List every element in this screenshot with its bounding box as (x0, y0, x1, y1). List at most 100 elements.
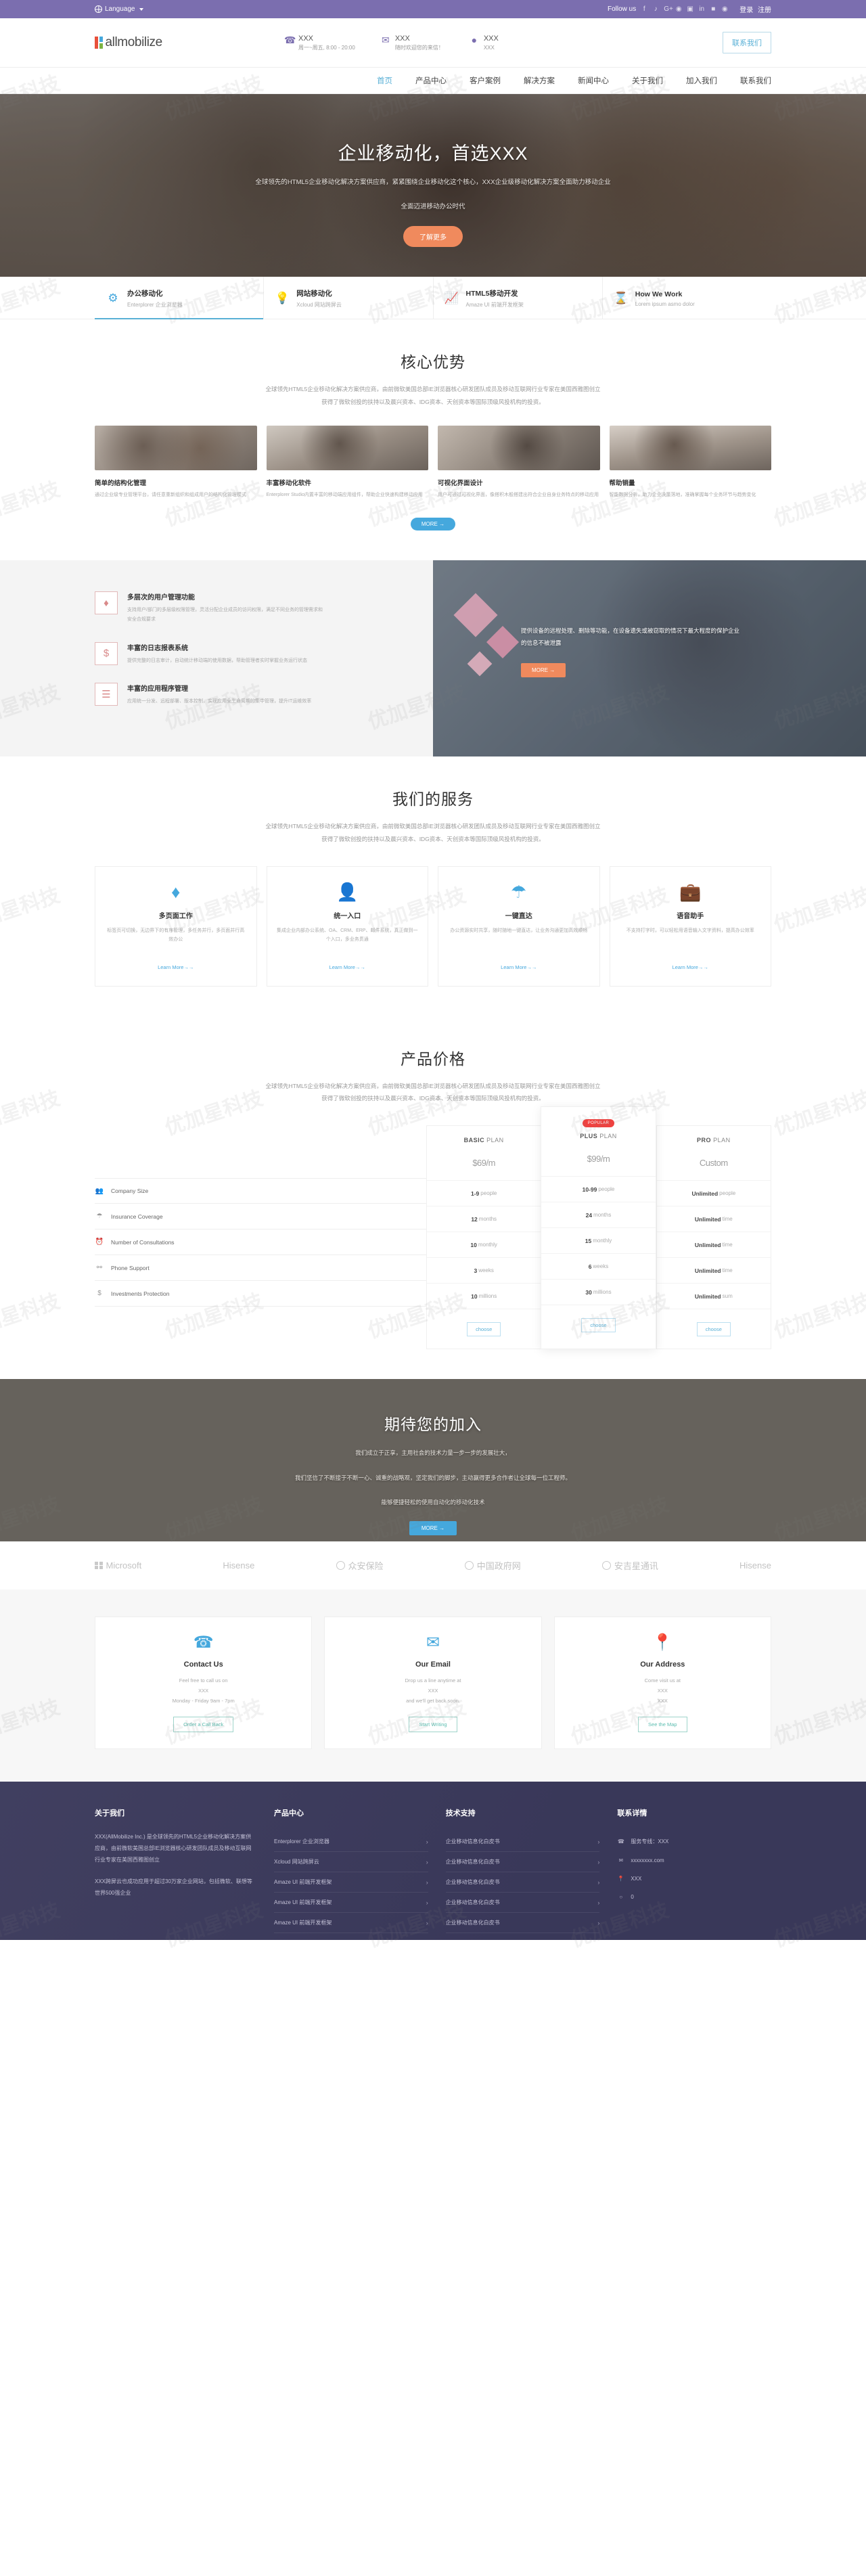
linkedin-icon[interactable]: in (698, 5, 705, 13)
footer-link-label: Amaze UI 前端开发框架 (274, 1920, 332, 1926)
advantage-card[interactable]: 可视化界面设计 用户可通过可视化界面，像搭积木般搭建出符合企业自身业务特点的移动… (438, 426, 600, 500)
service-learn-more-link[interactable]: Learn More→→ (329, 964, 365, 970)
join-line3: 能够便捷轻松的使用自动化的移动化技术 (381, 1499, 485, 1506)
client-logo: 众安保险 (336, 1559, 384, 1572)
plan-cell-value: 15 (585, 1237, 592, 1244)
service-card[interactable]: ☂ 一键直达 办公资源实时共享，随时随地一键直达，让业务沟通更加高效顺畅 Lea… (438, 865, 600, 987)
flickr-icon[interactable]: ■ (710, 5, 716, 13)
contact-cards-section: ☎ Contact Us Feel free to call us on XXX… (0, 1589, 866, 1782)
tab-subtitle: Xcloud 网站跨屏云 (296, 302, 342, 308)
nav-item-about[interactable]: 关于我们 (632, 75, 663, 86)
client-logo: 中国政府网 (464, 1559, 521, 1572)
advantage-title: 帮助销量 (609, 480, 635, 488)
footer-support-link[interactable]: 企业移动信息化白皮书 › (445, 1893, 600, 1914)
advantage-card[interactable]: 简单的结构化管理 通过企业级专业管理平台，请任意重新组织和组成用户的结构化管理模… (95, 426, 257, 500)
see-the-map-button[interactable]: See the Map (638, 1717, 687, 1733)
service-card[interactable]: 👤 统一入口 集成企业内部办公系统、OA、CRM、ERP、邮件系统，真正做到一个… (266, 865, 428, 987)
twitter-icon[interactable]: ♪ (652, 5, 659, 13)
login-link[interactable]: 登录 (739, 7, 753, 14)
decor-diamond-icon (453, 593, 498, 637)
service-learn-more-link[interactable]: Learn More→→ (501, 964, 537, 970)
footer-support-link[interactable]: 企业移动信息化白皮书 › (445, 1872, 600, 1893)
choose-pro-button[interactable]: choose (696, 1321, 731, 1336)
choose-plus-button[interactable]: choose (581, 1317, 616, 1332)
plan-cell: Unlimited time (656, 1258, 771, 1284)
footer-support-link[interactable]: 企业移动信息化白皮书 › (445, 1913, 600, 1934)
advantage-desc: 用户可通过可视化界面，像搭积木般搭建出符合企业自身业务特点的移动应用 (438, 493, 599, 498)
footer-product-link[interactable]: Amaze UI 前端开发框架 › (274, 1893, 428, 1914)
footer-support-link[interactable]: 企业移动信息化白皮书 › (445, 1852, 600, 1873)
tab-how-we-work[interactable]: ⌛ How We Work Lorem ipsum asmo dolor (603, 277, 771, 319)
nav-item-products[interactable]: 产品中心 (415, 75, 447, 86)
site-logo[interactable]: allmobilize (95, 35, 284, 50)
service-desc: 不支持打字时，可以轻松用语音输入文字资料，提高办公效率 (626, 928, 754, 933)
pinterest-icon[interactable]: ◉ (675, 5, 682, 13)
popular-badge: POPULAR (582, 1119, 615, 1128)
hero-title: 企业移动化，首选XXX (338, 143, 528, 164)
nav-item-news[interactable]: 新闻中心 (578, 75, 609, 86)
plan-cell-unit: weeks (478, 1267, 494, 1274)
pricing-feature-label: Number of Consultations (111, 1238, 175, 1246)
facebook-icon[interactable]: f (641, 5, 647, 13)
client-logo-strip: Microsoft Hisense 众安保险 中国政府网 安吉星通讯 Hisen… (0, 1541, 866, 1590)
nav-item-contact[interactable]: 联系我们 (740, 75, 771, 86)
join-more-button[interactable]: MORE → (409, 1521, 457, 1536)
footer-product-link[interactable]: Amaze UI 前端开发框架 › (274, 1872, 428, 1893)
instagram-icon[interactable]: ▣ (687, 5, 693, 13)
google-plus-icon[interactable]: G+ (664, 5, 673, 13)
hero-cta-button[interactable]: 了解更多 (403, 225, 463, 247)
client-logo-label: Microsoft (106, 1560, 142, 1571)
service-card[interactable]: 💼 语音助手 不支持打字时，可以轻松用语音输入文字资料，提高办公效率 Learn… (609, 865, 771, 987)
band-more-button[interactable]: MORE → (521, 663, 566, 677)
nav-item-cases[interactable]: 客户案例 (470, 75, 501, 86)
contact-us-button[interactable]: 联系我们 (723, 32, 771, 53)
nav-item-home[interactable]: 首页 (377, 75, 392, 86)
plan-cell-unit: people (719, 1190, 736, 1197)
footer-contact-phone: ☎ 服务专线：XXX (617, 1832, 771, 1851)
footer-product-link[interactable]: Xcloud 网站跨屏云 › (274, 1852, 428, 1873)
plan-cell-value: 6 (588, 1263, 592, 1270)
footer-col-support: 技术支持 企业移动信息化白皮书 › 企业移动信息化白皮书 › 企业移动信息化白皮书 ›… (445, 1807, 600, 1934)
plan-cell-unit: months (478, 1216, 497, 1223)
tab-website-mobilization[interactable]: 💡 网站移动化 Xcloud 网站跨屏云 (264, 277, 434, 319)
service-title: 统一入口 (334, 912, 361, 920)
advantage-card[interactable]: 丰富移动化软件 Enterplorer Studio内置丰富的移动端应用组件，帮… (266, 426, 428, 500)
order-call-back-button[interactable]: Order a Call Back (173, 1717, 234, 1733)
nav-item-join[interactable]: 加入我们 (686, 75, 717, 86)
service-learn-more-link[interactable]: Learn More→→ (158, 964, 193, 970)
register-link[interactable]: 注册 (758, 7, 771, 14)
start-writing-button[interactable]: Start Writing (409, 1717, 457, 1733)
nav-item-solutions[interactable]: 解决方案 (524, 75, 555, 86)
footer-product-link[interactable]: Enterplorer 企业浏览器 › (274, 1832, 428, 1853)
follow-us-label: Follow us (607, 5, 637, 13)
plan-price: $69 (472, 1158, 486, 1169)
bulb-icon: 💡 (275, 292, 290, 304)
tab-title: 网站移动化 (296, 290, 332, 298)
footer-link-label: 企业移动信息化白皮书 (445, 1859, 500, 1866)
choose-basic-button[interactable]: choose (467, 1321, 501, 1336)
advantage-title: 简单的结构化管理 (95, 480, 147, 488)
footer-link-label: Enterplorer 企业浏览器 (274, 1838, 329, 1845)
main-navigation: 首页 产品中心 客户案例 解决方案 新闻中心 关于我们 加入我们 联系我们 (0, 67, 866, 94)
diamond-icon: ♦ (171, 881, 181, 902)
header-phone-note: 周一~周五, 8:00 - 20:00 (298, 44, 355, 51)
language-selector[interactable]: Language (95, 5, 143, 13)
footer-product-link[interactable]: Amaze UI 前端开发框架 › (274, 1913, 428, 1934)
advantage-card[interactable]: 帮助销量 智能数据分析，助力企业决策落地，准确掌握每个业务环节与趋势变化 (609, 426, 771, 500)
footer-support-link[interactable]: 企业移动信息化白皮书 › (445, 1832, 600, 1853)
chevron-right-icon: › (426, 1899, 428, 1906)
logo-mark-icon (95, 37, 103, 49)
footer-col-title: 技术支持 (445, 1809, 476, 1818)
band-feature-item: ☰ 丰富的应用程序管理 应用统一分发、远程部署、版本控制，实现应用全生命周期的集… (95, 683, 433, 706)
tab-office-mobilization[interactable]: ⚙ 办公移动化 Enterplorer 企业浏览器 (95, 277, 265, 319)
footer-col-title: 联系详情 (617, 1809, 647, 1818)
tab-html5-development[interactable]: 📈 HTML5移动开发 Amaze UI 前端开发框架 (434, 277, 603, 319)
service-learn-more-link[interactable]: Learn More→→ (673, 964, 708, 970)
chevron-right-icon: › (426, 1858, 428, 1866)
plan-cell-value: Unlimited (694, 1267, 721, 1274)
hero-subtitle-line1: 全球领先的HTML5企业移动化解决方案供应商，紧紧围绕企业移动化这个核心，XXX… (255, 179, 611, 186)
advantages-more-button[interactable]: MORE → (411, 518, 455, 531)
rss-icon[interactable]: ◉ (721, 5, 728, 13)
plan-cell-value: Unlimited (691, 1190, 719, 1197)
service-card[interactable]: ♦ 多页面工作 标签页可切换，无边界下的有序管理，多任务并行，多页面并行高效办公… (95, 865, 257, 987)
